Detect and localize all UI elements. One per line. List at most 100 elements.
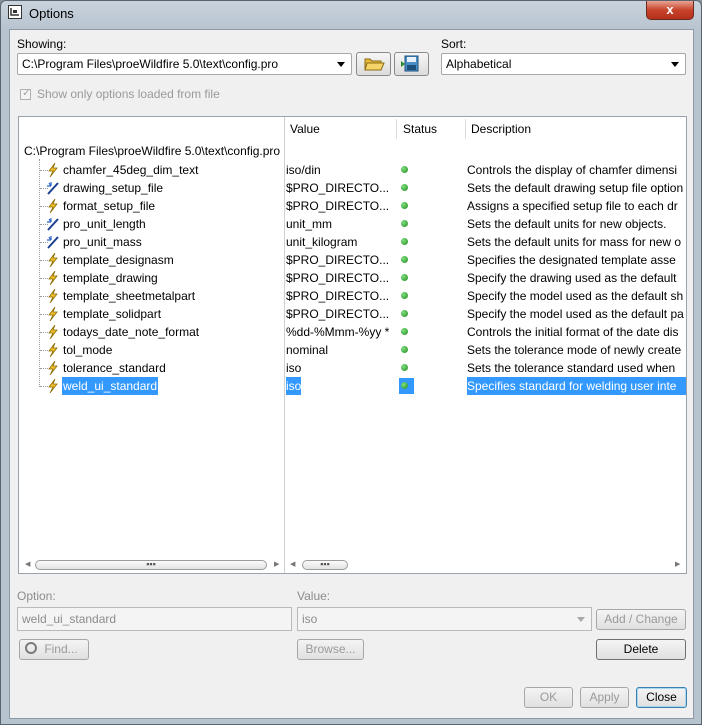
option-row[interactable]: format_setup_file $PRO_DIRECTO... Assigns … bbox=[19, 197, 686, 215]
magic-wand-icon bbox=[46, 217, 60, 231]
right-horizontal-scrollbar[interactable]: ◀ ▪▪▪ ▶ bbox=[285, 558, 686, 572]
option-description: Sets the default units for new objects. bbox=[467, 217, 667, 231]
option-description: Sets the default units for mass for new … bbox=[467, 235, 682, 249]
chevron-down-icon bbox=[337, 62, 345, 67]
option-row[interactable]: tolerance_standard iso Sets the tolerance … bbox=[19, 359, 686, 377]
add-change-label: Add / Change bbox=[604, 612, 678, 626]
apply-button[interactable]: Apply bbox=[580, 687, 629, 708]
status-ok-icon bbox=[401, 220, 408, 227]
scroll-right-icon[interactable]: ▶ bbox=[675, 560, 680, 568]
option-name: tolerance_standard bbox=[63, 361, 166, 375]
status-ok-icon bbox=[401, 274, 408, 281]
lightning-icon bbox=[46, 198, 60, 214]
sort-label: Sort: bbox=[441, 37, 467, 51]
lightning-icon bbox=[46, 306, 60, 322]
option-name: pro_unit_mass bbox=[63, 235, 142, 249]
option-value: iso bbox=[286, 361, 302, 375]
save-icon bbox=[401, 55, 419, 72]
option-description: Specify the drawing used as the default bbox=[467, 271, 677, 285]
option-name: chamfer_45deg_dim_text bbox=[63, 163, 199, 177]
lightning-icon bbox=[46, 270, 60, 286]
scroll-left-icon[interactable]: ◀ bbox=[290, 560, 295, 568]
option-row[interactable]: todays_date_note_format %dd-%Mmm-%yy * Con… bbox=[19, 323, 686, 341]
status-ok-icon bbox=[401, 166, 408, 173]
option-value: nominal bbox=[286, 343, 329, 357]
showing-combo[interactable]: C:\Program Files\proeWildfire 5.0\text\c… bbox=[17, 53, 352, 75]
browse-button[interactable]: Browse... bbox=[297, 639, 364, 660]
column-header-status[interactable]: Status bbox=[403, 117, 437, 141]
option-value: $PRO_DIRECTO... bbox=[286, 181, 390, 195]
open-file-button[interactable] bbox=[356, 52, 391, 76]
title-bar[interactable]: Options x bbox=[1, 1, 701, 27]
option-input-value: weld_ui_standard bbox=[22, 612, 117, 626]
left-horizontal-scrollbar[interactable]: ◀ ▪▪▪ ▶ bbox=[19, 558, 284, 572]
showing-value: C:\Program Files\proeWildfire 5.0\text\c… bbox=[22, 57, 279, 71]
option-row[interactable]: template_sheetmetalpart $PRO_DIRECTO... Sp… bbox=[19, 287, 686, 305]
close-label: Close bbox=[646, 690, 677, 704]
dialog-body: Showing: C:\Program Files\proeWildfire 5… bbox=[9, 29, 694, 719]
option-value: unit_kilogram bbox=[286, 235, 358, 249]
sort-combo[interactable]: Alphabetical bbox=[441, 53, 686, 75]
option-name: template_sheetmetalpart bbox=[63, 289, 196, 303]
option-row[interactable]: tol_mode nominal Sets the tolerance mode o… bbox=[19, 341, 686, 359]
show-only-checkbox[interactable] bbox=[20, 86, 31, 100]
option-value: iso bbox=[286, 377, 302, 395]
status-ok-icon bbox=[401, 364, 408, 371]
scrollbar-thumb[interactable]: ▪▪▪ bbox=[35, 560, 267, 570]
option-input[interactable]: weld_ui_standard bbox=[17, 607, 292, 631]
option-description: Specify the model used as the default pa bbox=[467, 307, 684, 321]
save-config-button[interactable] bbox=[394, 52, 429, 76]
option-name: template_designasm bbox=[63, 253, 174, 267]
window-title: Options bbox=[29, 6, 74, 21]
column-divider[interactable] bbox=[465, 119, 466, 139]
options-window: Options x Showing: C:\Program Files\proe… bbox=[0, 0, 702, 725]
close-icon: x bbox=[666, 2, 674, 17]
scrollbar-thumb[interactable]: ▪▪▪ bbox=[302, 560, 348, 570]
find-label: Find... bbox=[44, 642, 78, 656]
option-value: $PRO_DIRECTO... bbox=[286, 307, 390, 321]
lightning-icon bbox=[46, 288, 60, 304]
option-value: $PRO_DIRECTO... bbox=[286, 271, 390, 285]
status-ok-icon bbox=[401, 382, 408, 389]
window-close-button[interactable]: x bbox=[646, 1, 694, 20]
option-row[interactable]: chamfer_45deg_dim_text iso/din Controls th… bbox=[19, 161, 686, 179]
lightning-icon bbox=[46, 360, 60, 376]
option-name: template_solidpart bbox=[63, 307, 162, 321]
status-ok-icon bbox=[401, 202, 408, 209]
option-description: Specify the model used as the default sh bbox=[467, 289, 684, 303]
option-row[interactable]: template_drawing $PRO_DIRECTO... Specify t… bbox=[19, 269, 686, 287]
option-row[interactable]: pro_unit_mass unit_kilogram Sets the defau… bbox=[19, 233, 686, 251]
option-name: template_drawing bbox=[63, 271, 158, 285]
column-divider[interactable] bbox=[396, 119, 397, 139]
tree-root-config-file[interactable]: C:\Program Files\proeWildfire 5.0\text\c… bbox=[24, 144, 280, 158]
options-dialog-icon bbox=[8, 5, 22, 19]
option-description: Specifies standard for welding user inte bbox=[467, 377, 686, 395]
lightning-icon bbox=[46, 342, 60, 358]
delete-button[interactable]: Delete bbox=[596, 639, 686, 660]
option-row[interactable]: template_solidpart $PRO_DIRECTO... Specify… bbox=[19, 305, 686, 323]
option-value: $PRO_DIRECTO... bbox=[286, 199, 390, 213]
ok-label: OK bbox=[539, 690, 558, 704]
value-combo[interactable]: iso bbox=[297, 607, 592, 631]
option-row[interactable]: pro_unit_length unit_mm Sets the default u… bbox=[19, 215, 686, 233]
close-button[interactable]: Close bbox=[636, 687, 687, 708]
option-description: Controls the display of chamfer dimensi bbox=[467, 163, 678, 177]
ok-button[interactable]: OK bbox=[524, 687, 573, 708]
magic-wand-icon bbox=[46, 181, 60, 195]
option-row[interactable]: weld_ui_standard iso Specifies standard fo… bbox=[19, 377, 686, 395]
option-description: Sets the tolerance mode of newly create bbox=[467, 343, 682, 357]
status-ok-icon bbox=[401, 184, 408, 191]
column-header-value[interactable]: Value bbox=[290, 117, 320, 141]
add-change-button[interactable]: Add / Change bbox=[596, 609, 686, 630]
column-header-description[interactable]: Description bbox=[471, 117, 531, 141]
option-row[interactable]: template_designasm $PRO_DIRECTO... Specifi… bbox=[19, 251, 686, 269]
options-table[interactable]: Value Status Description C:\Program File… bbox=[18, 116, 687, 574]
status-ok-icon bbox=[401, 346, 408, 353]
scroll-left-icon[interactable]: ◀ bbox=[25, 560, 30, 568]
option-row[interactable]: drawing_setup_file $PRO_DIRECTO... Sets th… bbox=[19, 179, 686, 197]
folder-open-icon bbox=[364, 58, 385, 71]
option-name: pro_unit_length bbox=[63, 217, 146, 231]
find-button[interactable]: Find... bbox=[19, 639, 89, 660]
lightning-icon bbox=[46, 324, 60, 340]
scroll-right-icon[interactable]: ▶ bbox=[274, 560, 279, 568]
